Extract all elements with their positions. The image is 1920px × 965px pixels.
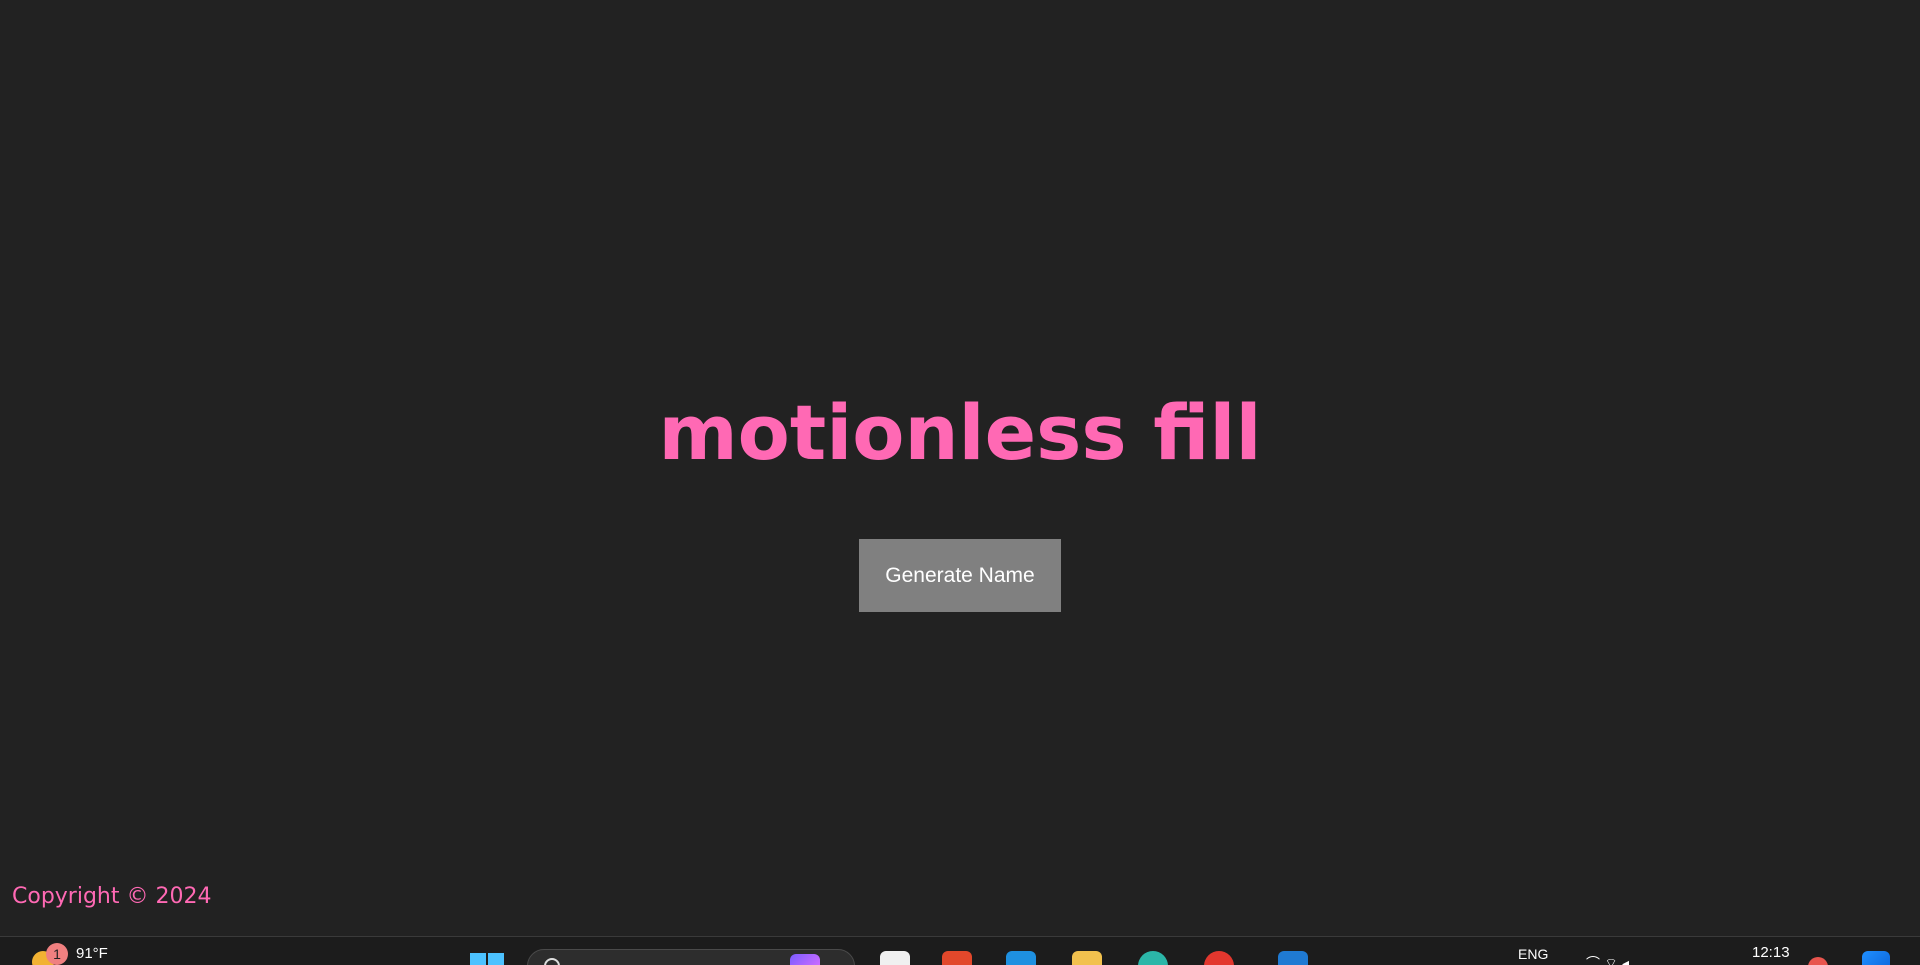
search-highlight-icon bbox=[790, 954, 820, 965]
browser-icon[interactable] bbox=[1204, 951, 1234, 965]
vscode-icon[interactable] bbox=[1278, 951, 1308, 965]
weather-widget[interactable]: 1 bbox=[30, 943, 68, 965]
file-explorer-icon[interactable] bbox=[1072, 951, 1102, 965]
start-button[interactable] bbox=[470, 953, 506, 965]
language-indicator[interactable]: ENG bbox=[1518, 946, 1548, 962]
page: motionless fill Generate Name Copyright … bbox=[0, 0, 1920, 936]
copilot-icon[interactable] bbox=[1862, 951, 1890, 965]
windows-logo-pane bbox=[488, 953, 504, 965]
notification-badge: 1 bbox=[46, 943, 68, 965]
page-title: motionless fill bbox=[658, 388, 1262, 477]
copyright-text: Copyright © 2024 bbox=[12, 884, 212, 909]
notepad-icon[interactable] bbox=[880, 951, 910, 965]
store-icon[interactable] bbox=[1006, 951, 1036, 965]
edge-icon[interactable] bbox=[1138, 951, 1168, 965]
clock[interactable]: 12:13 bbox=[1752, 944, 1790, 961]
generate-name-button[interactable]: Generate Name bbox=[859, 539, 1061, 612]
office-icon[interactable] bbox=[942, 951, 972, 965]
taskbar: 1 91°F ENG ⌒ ⌔ ◂ 12:13 bbox=[0, 936, 1920, 965]
windows-logo-icon bbox=[470, 953, 486, 965]
taskbar-search-box[interactable] bbox=[527, 949, 855, 965]
system-tray-icons[interactable]: ⌒ ⌔ ◂ bbox=[1586, 953, 1629, 965]
temperature-text: 91°F bbox=[76, 945, 108, 962]
